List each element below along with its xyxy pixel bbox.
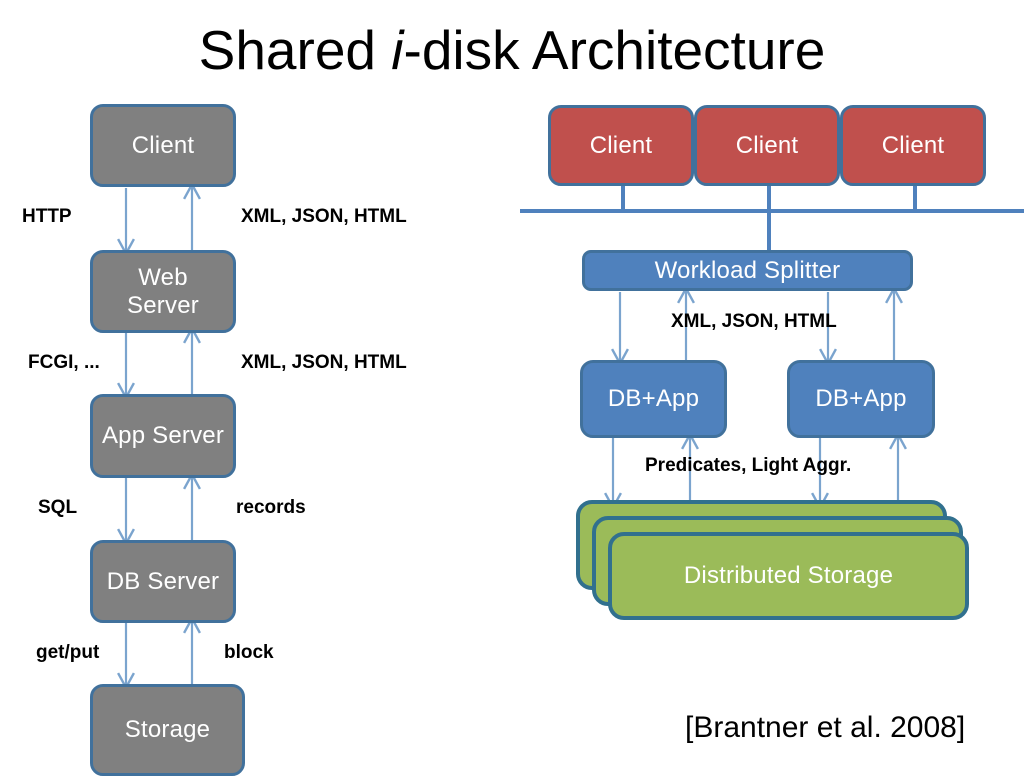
edge-label-sql: SQL	[38, 497, 78, 518]
node-workload-splitter[interactable]: Workload Splitter	[582, 250, 913, 291]
node-label-line1: Web	[138, 263, 188, 291]
node-distributed-storage[interactable]: Distributed Storage	[608, 532, 969, 620]
node-label: App Server	[101, 422, 225, 450]
node-label: DB+App	[815, 385, 907, 413]
node-client[interactable]: Client	[90, 104, 236, 187]
edge-label-fcgi: FCGI, ...	[28, 352, 100, 373]
edge-label-block: block	[224, 642, 274, 663]
edge-label-http: HTTP	[22, 206, 72, 227]
node-db-app-2[interactable]: DB+App	[787, 360, 935, 438]
node-label: Storage	[124, 716, 211, 744]
node-label: Workload Splitter	[654, 256, 841, 284]
edge-label-xml-json-html-1: XML, JSON, HTML	[241, 206, 407, 227]
title-suffix: -disk Architecture	[403, 19, 826, 81]
edge-label-records: records	[236, 497, 306, 518]
node-label: Client	[735, 131, 799, 159]
title-italic-i: i	[391, 19, 404, 81]
node-label: Client	[881, 131, 945, 159]
node-label: DB Server	[106, 567, 220, 595]
edge-label-xml-json-html-2: XML, JSON, HTML	[241, 352, 407, 373]
node-db-app-1[interactable]: DB+App	[580, 360, 727, 438]
node-web-server[interactable]: Web Server	[90, 250, 236, 333]
citation-text: [Brantner et al. 2008]	[685, 711, 966, 744]
bus-drop-to-splitter	[767, 209, 771, 253]
edge-label-xml-json-html-3: XML, JSON, HTML	[671, 311, 837, 332]
node-client-3[interactable]: Client	[840, 105, 986, 186]
node-label: Client	[589, 131, 653, 159]
title-prefix: Shared	[198, 19, 392, 81]
edge-label-predicates: Predicates, Light Aggr.	[645, 455, 852, 476]
node-label-line2: Server	[127, 291, 199, 319]
page-title: Shared i-disk Architecture	[0, 18, 1024, 82]
node-app-server[interactable]: App Server	[90, 394, 236, 478]
node-client-1[interactable]: Client	[548, 105, 694, 186]
network-bus-line	[520, 209, 1024, 213]
node-client-2[interactable]: Client	[694, 105, 840, 186]
node-label: Distributed Storage	[683, 562, 894, 590]
edge-label-get-put: get/put	[36, 642, 100, 663]
slide-canvas: Shared i-disk Architecture Client Web Se…	[0, 0, 1024, 776]
node-label: Client	[131, 131, 195, 159]
node-label: DB+App	[607, 385, 700, 413]
node-storage[interactable]: Storage	[90, 684, 245, 776]
node-db-server[interactable]: DB Server	[90, 540, 236, 623]
